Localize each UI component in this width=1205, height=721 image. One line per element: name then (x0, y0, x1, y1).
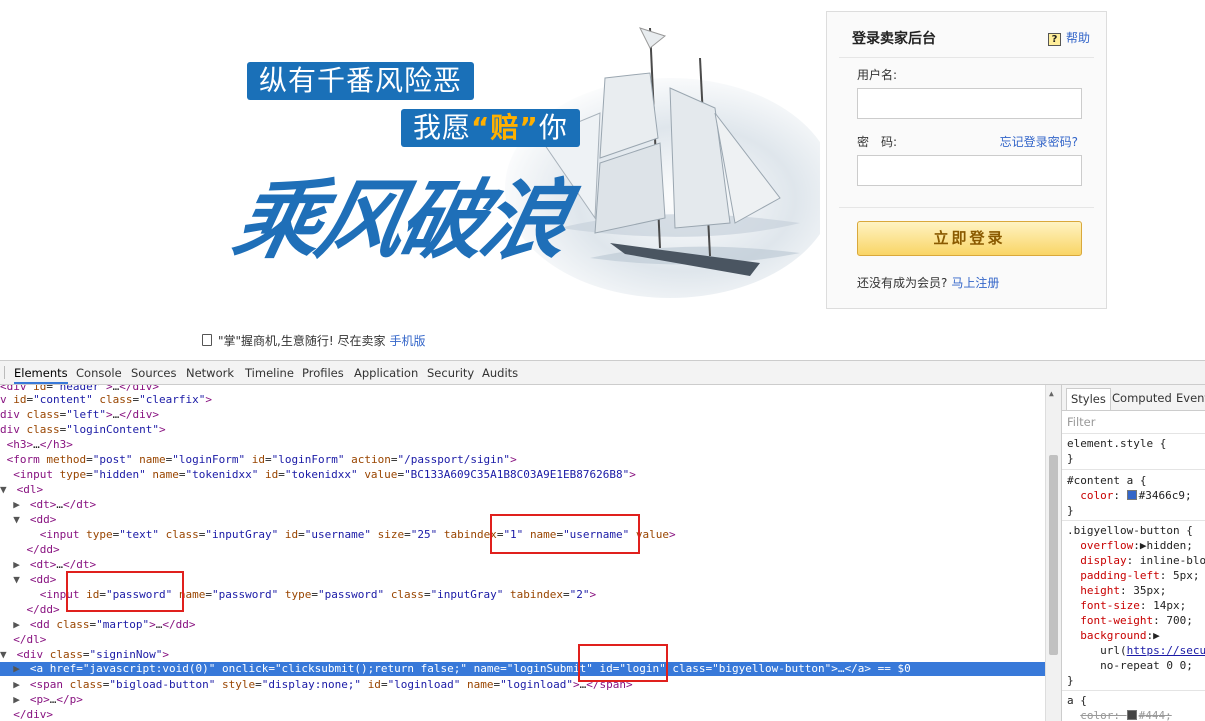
style-rule: } (1067, 674, 1074, 687)
tab-sources[interactable]: Sources (131, 366, 177, 380)
tab-styles[interactable]: Styles (1066, 388, 1111, 410)
tab-security[interactable]: Security (427, 366, 474, 380)
style-rule: element.style { (1067, 437, 1167, 450)
slogan-line-1: 纵有千番风险恶 (247, 62, 475, 100)
tab-application[interactable]: Application (354, 366, 418, 380)
login-panel: 登录卖家后台 ? 帮助 用户名: 密 码: 忘记登录密码? 立即登录 还没有成为会… (826, 11, 1107, 309)
style-rule: } (1067, 452, 1074, 465)
dom-line[interactable]: <input type="hidden" name="tokenidxx" id… (0, 467, 1045, 482)
help-label: 帮助 (1065, 31, 1090, 45)
style-rule: font-size: 14px; (1080, 599, 1187, 612)
dom-tree: <div id="header">…</div> v id="content" … (0, 385, 1045, 721)
highlight-box-password (66, 571, 184, 612)
style-rule: background:▶ (1080, 629, 1160, 642)
divider (839, 207, 1094, 208)
tab-event[interactable]: Event (1176, 391, 1205, 405)
tab-profiles[interactable]: Profiles (302, 366, 344, 380)
dom-line[interactable]: ▼ <div class="signinNow"> (0, 647, 1045, 662)
style-rule: padding-left: 5px; (1080, 569, 1200, 582)
style-rule: color: #444; (1080, 709, 1172, 721)
style-rule: a { (1067, 694, 1087, 707)
dom-scrollbar[interactable]: ▲ (1045, 385, 1061, 721)
highlight-box-username (490, 514, 640, 554)
tab-network[interactable]: Network (186, 366, 234, 380)
divider (1062, 520, 1205, 521)
slogan-line-2-pre: 我愿 (413, 111, 472, 144)
tab-audits[interactable]: Audits (482, 366, 518, 380)
style-rule: font-weight: 700; (1080, 614, 1193, 627)
dom-line[interactable]: ▶ <p>…</p> (0, 692, 1045, 707)
forgot-password-link[interactable]: 忘记登录密码? (1000, 133, 1078, 150)
question-icon: ? (1047, 33, 1061, 46)
slogan-line-2-post: 你 (538, 111, 568, 144)
style-rule: } (1067, 504, 1074, 517)
slogan-line-2: 我愿“赔”你 (401, 109, 580, 147)
divider (1062, 469, 1205, 470)
password-label: 密 码: (857, 135, 898, 149)
style-rule: #content a { (1067, 474, 1147, 487)
phone-icon (202, 334, 212, 346)
help-link[interactable]: ? 帮助 (1047, 29, 1090, 46)
web-page: 纵有千番风险恶 我愿“赔”你 乘风破浪 登录卖家后台 ? 帮助 用户名: 密 码:… (0, 0, 1205, 360)
tab-timeline[interactable]: Timeline (245, 366, 294, 380)
dom-line[interactable]: ▼ <dl> (0, 482, 1045, 497)
dom-line[interactable]: <h3>…</h3> (0, 437, 1045, 452)
password-input[interactable] (857, 155, 1082, 186)
styles-filter-input[interactable]: Filter (1067, 415, 1095, 429)
username-label: 用户名: (857, 68, 898, 82)
dom-line[interactable]: ▶ <dd class="martop">…</dd> (0, 617, 1045, 632)
register-row: 还没有成为会员? 马上注册 (857, 274, 999, 291)
divider (839, 57, 1094, 58)
promo-banner: 纵有千番风险恶 我愿“赔”你 乘风破浪 (200, 18, 820, 318)
dom-line[interactable]: </div> (0, 707, 1045, 721)
tab-elements[interactable]: Elements (14, 366, 68, 384)
highlight-box-login (578, 644, 668, 682)
style-rule: overflow:▶hidden; (1080, 539, 1193, 552)
mobile-version-link[interactable]: 手机版 (389, 334, 425, 348)
dom-line-selected[interactable]: ▶ <a href="javascript:void(0)" onclick="… (0, 662, 1045, 676)
tab-computed[interactable]: Computed (1112, 391, 1172, 405)
register-prompt: 还没有成为会员? (857, 276, 948, 290)
dom-line[interactable]: div class="loginContent"> (0, 422, 1045, 437)
dom-line[interactable]: <form method="post" name="loginForm" id=… (0, 452, 1045, 467)
style-rule: no-repeat 0 0; (1067, 659, 1193, 672)
tab-separator (4, 366, 5, 379)
dom-line[interactable]: div class="left">…</div> (0, 407, 1045, 422)
username-input[interactable] (857, 88, 1082, 119)
devtools-tabbar: Elements Console Sources Network Timelin… (0, 361, 1205, 385)
devtools-panel: Elements Console Sources Network Timelin… (0, 360, 1205, 721)
register-link[interactable]: 马上注册 (951, 276, 999, 290)
style-rule: color: #3466c9; (1080, 489, 1192, 502)
tab-console[interactable]: Console (76, 366, 122, 380)
brush-calligraphy: 乘风破浪 (225, 170, 576, 271)
dom-line[interactable]: ▶ <dt>…</dt> (0, 557, 1045, 572)
dom-line[interactable]: </dl> (0, 632, 1045, 647)
login-title: 登录卖家后台 (852, 31, 936, 47)
scroll-up-icon[interactable]: ▲ (1049, 389, 1054, 398)
style-rule: height: 35px; (1080, 584, 1167, 597)
mobile-promo: "掌"握商机,生意随行! 尽在卖家 手机版 (202, 332, 426, 349)
mobile-promo-text: "掌"握商机,生意随行! 尽在卖家 (218, 334, 386, 348)
divider (1062, 690, 1205, 691)
dom-line[interactable]: ▶ <dt>…</dt> (0, 497, 1045, 512)
styles-pane: Styles Computed Event Filter element.sty… (1061, 385, 1205, 721)
style-rule: .bigyellow-button { (1067, 524, 1193, 537)
dom-line[interactable]: ▶ <span class="bigload-button" style="di… (0, 677, 1045, 692)
dom-line[interactable]: v id="content" class="clearfix"> (0, 392, 1045, 407)
login-button[interactable]: 立即登录 (857, 221, 1082, 256)
scrollbar-thumb[interactable] (1049, 455, 1058, 655)
style-rule: url(https://secu (1067, 644, 1205, 657)
style-rule: display: inline-bloc (1080, 554, 1205, 567)
divider (1062, 433, 1205, 434)
styles-tabbar: Styles Computed Event (1062, 385, 1205, 411)
slogan-highlight: “赔” (471, 111, 539, 144)
